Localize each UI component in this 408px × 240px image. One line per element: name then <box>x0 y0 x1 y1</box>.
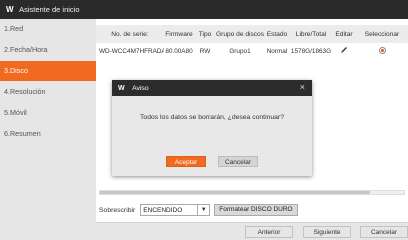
overwrite-select[interactable]: ENCENDIDO <box>140 204 199 216</box>
dialog-cancel-button[interactable]: Cancelar <box>218 156 258 167</box>
header-tipo: Tipo <box>198 30 212 38</box>
cell-firmware: 80.00A80 <box>165 47 193 55</box>
accept-button[interactable]: Aceptar <box>166 156 206 167</box>
warning-dialog: W Aviso × Todos los datos se borrarán, ¿… <box>112 80 312 176</box>
header-editar: Editar <box>335 30 353 38</box>
scrollbar-thumb[interactable] <box>100 191 370 194</box>
header-grupo: Grupo de discos <box>216 30 264 38</box>
cancel-button[interactable]: Cancelar <box>360 226 408 238</box>
wizard-footer: Anterior Siguiente Cancelar <box>96 222 408 240</box>
cell-estado: Normal <box>266 47 288 55</box>
title-bar: W Asistente de inicio <box>0 0 408 19</box>
sidebar-item-red[interactable]: 1.Red <box>0 19 96 39</box>
cell-tipo: RW <box>199 47 211 55</box>
cell-serial: WD-WCC4M7HFRADA <box>99 47 164 55</box>
edit-icon[interactable] <box>332 46 356 56</box>
sidebar-item-movil[interactable]: 5.Móvil <box>0 103 96 123</box>
cell-libre-total: 1578G/1863G <box>290 47 332 55</box>
disk-table-header: No. de serie: Firmware Tipo Grupo de dis… <box>96 25 408 43</box>
format-disk-button[interactable]: Formatear DISCO DURO <box>214 204 298 216</box>
close-icon[interactable]: × <box>300 82 305 92</box>
overwrite-label: Sobrescribir <box>99 206 136 214</box>
dialog-logo: W <box>118 84 125 92</box>
radio-selected-icon <box>378 47 386 55</box>
chevron-down-icon[interactable]: ▼ <box>198 204 211 216</box>
disk-controls: Sobrescribir ENCENDIDO ▼ Formatear DISCO… <box>96 202 408 218</box>
sidebar: 1.Red 2.Fecha/Hora 3.Disco 4.Resolución … <box>0 19 97 240</box>
sidebar-item-resumen[interactable]: 6.Resumen <box>0 124 96 144</box>
window-title: Asistente de inicio <box>19 5 80 14</box>
app-logo: W <box>6 5 14 14</box>
previous-button[interactable]: Anterior <box>245 226 293 238</box>
next-button[interactable]: Siguiente <box>303 226 351 238</box>
dialog-title: Aviso <box>132 84 149 92</box>
dialog-title-bar: W Aviso × <box>112 80 312 96</box>
setup-wizard-window: W Asistente de inicio 1.Red 2.Fecha/Hora… <box>0 0 408 240</box>
sidebar-item-disco[interactable]: 3.Disco <box>0 61 96 81</box>
header-estado: Estado <box>266 30 288 38</box>
sidebar-item-fecha-hora[interactable]: 2.Fecha/Hora <box>0 40 96 60</box>
table-row[interactable]: WD-WCC4M7HFRADA 80.00A80 RW Grupo1 Norma… <box>96 43 408 59</box>
cell-grupo: Grupo1 <box>229 47 251 55</box>
sidebar-item-resolucion[interactable]: 4.Resolución <box>0 82 96 102</box>
header-libre-total: Libre/Total <box>295 30 327 38</box>
header-serial: No. de serie: <box>111 30 149 38</box>
horizontal-scrollbar[interactable] <box>99 190 405 195</box>
dialog-message: Todos los datos se borrarán, ¿desea cont… <box>140 114 284 121</box>
header-firmware: Firmware <box>165 30 193 38</box>
header-seleccionar: Seleccionar <box>364 30 400 38</box>
select-radio[interactable] <box>356 47 408 55</box>
